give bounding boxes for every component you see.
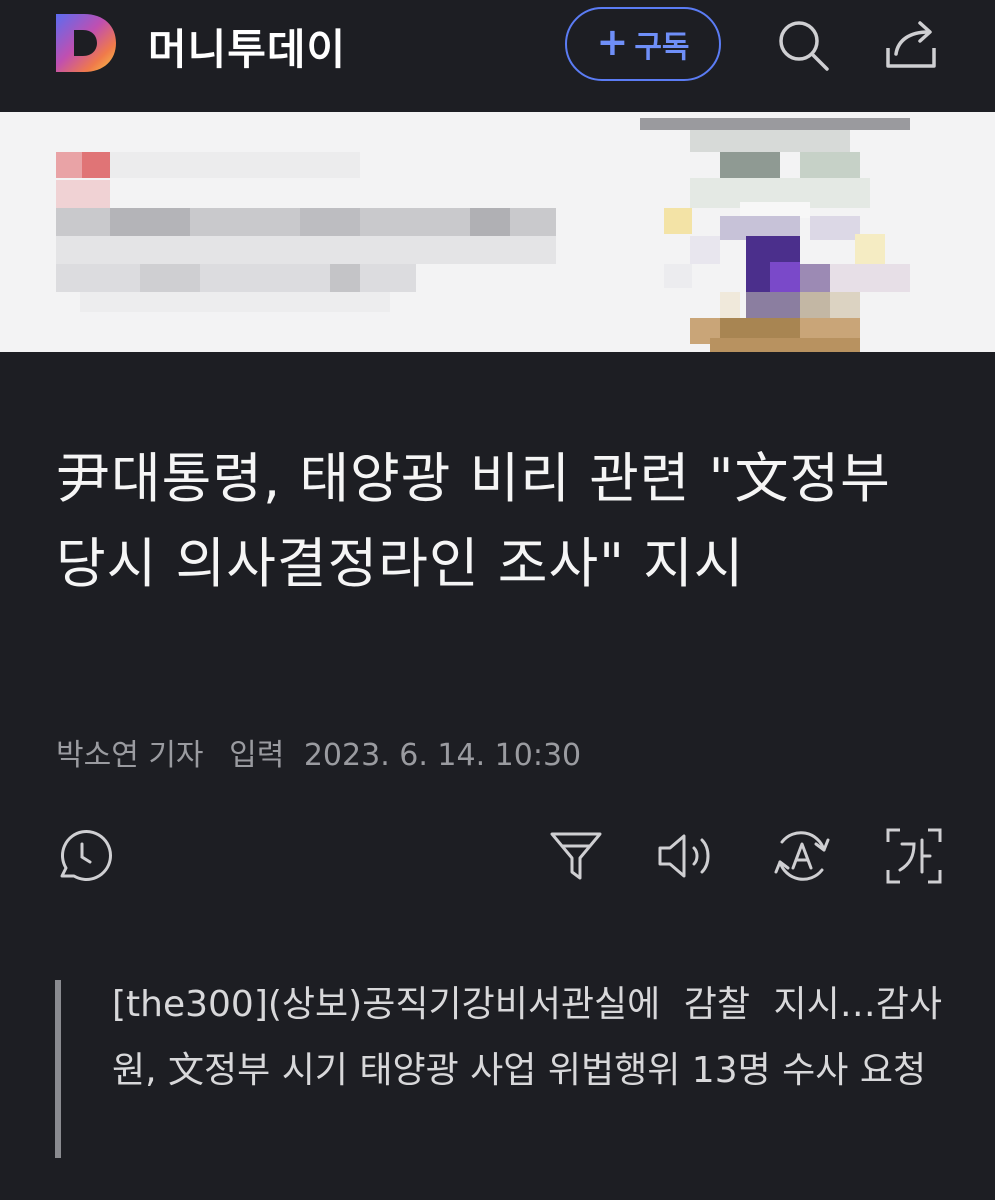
blurred-pixel-block — [110, 208, 190, 236]
blurred-pixel-block — [690, 130, 850, 152]
blurred-pixel-block — [110, 152, 360, 178]
blurred-pixel-block — [640, 118, 910, 130]
blurred-pixel-block — [810, 216, 860, 240]
plus-icon: + — [596, 20, 629, 64]
blurred-pixel-block — [140, 264, 200, 292]
author-name[interactable]: 박소연 기자 — [56, 738, 204, 773]
article-summary: [the300](상보)공직기강비서관실에 감찰 지시…감사원, 文정부 시기 … — [112, 984, 942, 1091]
blurred-pixel-block — [720, 292, 740, 318]
blurred-pixel-block — [800, 152, 860, 178]
blurred-pixel-block — [800, 264, 830, 292]
filter-icon[interactable] — [546, 826, 606, 886]
top-bar: 머니투데이 + 구독 — [0, 0, 995, 112]
blurred-pixel-block — [855, 234, 885, 264]
blurred-pixel-block — [56, 152, 82, 178]
blurred-pixel-block — [800, 292, 830, 318]
search-icon[interactable] — [774, 16, 832, 74]
input-label: 입력 — [229, 738, 285, 773]
subscribe-label: 구독 — [634, 30, 690, 65]
brand-name[interactable]: 머니투데이 — [148, 16, 346, 77]
blurred-pixel-block — [56, 264, 416, 292]
blurred-pixel-block — [710, 338, 860, 352]
blurred-pixel-block — [770, 262, 800, 292]
blurred-pixel-block — [470, 208, 510, 236]
publish-datetime: 2023. 6. 14. 10:30 — [303, 738, 582, 773]
share-icon[interactable] — [882, 16, 940, 74]
history-icon[interactable] — [52, 826, 112, 886]
brand-logo-icon[interactable] — [54, 12, 118, 74]
byline: 박소연 기자 입력 2023. 6. 14. 10:30 — [56, 730, 597, 774]
blurred-pixel-block — [330, 264, 360, 292]
subscribe-button[interactable]: + 구독 — [565, 7, 721, 81]
blurred-pixel-block — [746, 292, 800, 318]
blurred-pixel-block — [82, 152, 110, 178]
speaker-icon[interactable] — [656, 826, 716, 886]
blurred-banner-image — [0, 112, 995, 352]
blurred-pixel-block — [80, 292, 390, 312]
article-headline: 尹대통령, 태양광 비리 관련 "文정부 당시 의사결정라인 조사" 지시 — [56, 447, 891, 595]
blurred-pixel-block — [300, 208, 360, 236]
blurred-pixel-block — [690, 236, 720, 264]
blurred-pixel-block — [56, 180, 110, 208]
font-size-icon[interactable] — [884, 826, 944, 886]
blurred-pixel-block — [664, 208, 692, 234]
quote-bar — [55, 980, 61, 1158]
translate-icon[interactable] — [772, 826, 832, 886]
blurred-pixel-block — [830, 292, 860, 318]
blurred-pixel-block — [720, 152, 780, 178]
blurred-pixel-block — [56, 236, 556, 264]
blurred-pixel-block — [664, 264, 692, 288]
blurred-pixel-block — [830, 264, 910, 292]
